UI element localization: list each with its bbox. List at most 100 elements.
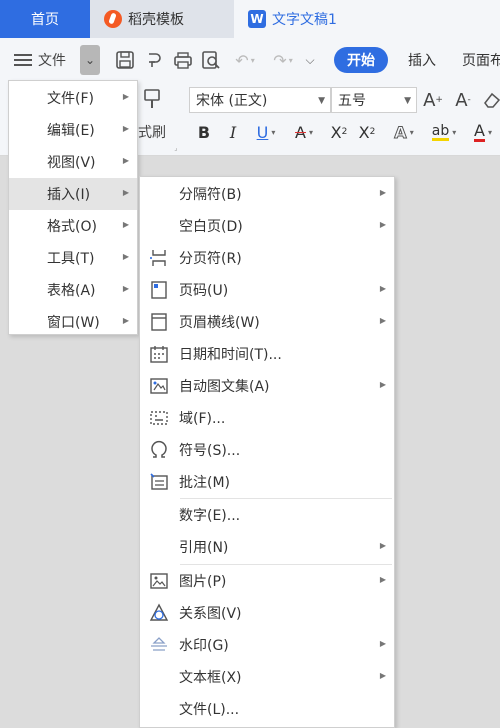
- chevron-right-icon: ▶: [379, 316, 386, 325]
- export-icon[interactable]: [145, 50, 165, 70]
- tab-docer-templates[interactable]: 稻壳模板: [90, 0, 232, 38]
- tab-start[interactable]: 开始: [334, 47, 388, 73]
- tab-page-layout[interactable]: 页面布: [462, 48, 500, 72]
- menu-item-view[interactable]: 视图(V) ▶: [9, 146, 137, 178]
- menu-item-label: 引用(N): [179, 540, 229, 556]
- menu-item-date-time[interactable]: 日期和时间(T)...: [140, 338, 394, 370]
- menu-item-label: 水印(G): [179, 638, 229, 654]
- menu-item-separator[interactable]: 分隔符(B) ▶: [140, 178, 394, 210]
- menu-item-file[interactable]: 文件(F) ▶: [9, 82, 137, 114]
- field-icon: [150, 411, 168, 425]
- title-tab-bar: 首页 稻壳模板 W 文字文稿1: [0, 0, 500, 38]
- menu-item-page-number[interactable]: 页码(U) ▶: [140, 274, 394, 306]
- menu-item-table[interactable]: 表格(A) ▶: [9, 274, 137, 306]
- chevron-down-icon: ▼: [318, 96, 325, 106]
- menu-item-header-line[interactable]: 页眉横线(W) ▶: [140, 306, 394, 338]
- strikethrough-icon[interactable]: A ▾: [287, 120, 321, 144]
- chevron-right-icon: ▶: [122, 252, 129, 261]
- docer-logo-icon: [104, 10, 122, 28]
- chevron-right-icon: ▶: [379, 380, 386, 389]
- menu-item-label: 编辑(E): [47, 123, 95, 139]
- shrink-font-icon[interactable]: A-: [452, 88, 474, 112]
- quick-toolbar: 文件 ⌄ ↶ ▾ ↷ ▾ ⌵ 开始 插入 页面布: [0, 38, 500, 82]
- clear-format-icon[interactable]: [482, 88, 500, 112]
- tab-insert-label: 插入: [408, 53, 436, 69]
- format-painter-label[interactable]: 式刷: [138, 122, 174, 142]
- chevron-right-icon: ▶: [122, 316, 129, 325]
- menu-item-edit[interactable]: 编辑(E) ▶: [9, 114, 137, 146]
- clipboard-expand-icon[interactable]: ⌟: [172, 144, 180, 152]
- menu-item-insert[interactable]: 插入(I) ▶: [9, 178, 137, 210]
- menu-item-autotext[interactable]: 自动图文集(A) ▶: [140, 370, 394, 402]
- menu-item-label: 视图(V): [47, 155, 96, 171]
- comment-icon: [150, 473, 168, 490]
- chevron-right-icon: ▶: [379, 671, 386, 680]
- bold-icon[interactable]: B: [193, 120, 215, 144]
- file-dropdown-button[interactable]: ⌄: [80, 45, 100, 75]
- undo-icon[interactable]: ↶ ▾: [230, 50, 260, 70]
- menu-item-watermark[interactable]: 水印(G) ▶: [140, 629, 394, 661]
- omega-icon: [151, 440, 167, 458]
- redo-icon[interactable]: ↷ ▾: [268, 50, 298, 70]
- tab-insert[interactable]: 插入: [400, 48, 444, 72]
- hamburger-icon: [14, 53, 32, 67]
- file-menu-button[interactable]: 文件: [14, 46, 66, 74]
- menu-item-text-box[interactable]: 文本框(X) ▶: [140, 661, 394, 693]
- menu-item-label: 域(F)...: [179, 411, 226, 427]
- print-preview-icon[interactable]: [201, 50, 221, 70]
- menu-item-label: 批注(M): [179, 475, 231, 491]
- grow-font-icon[interactable]: A +: [422, 88, 444, 112]
- menu-item-label: 页眉横线(W): [179, 315, 260, 331]
- italic-icon[interactable]: I: [222, 120, 244, 144]
- tab-document[interactable]: W 文字文稿1: [234, 0, 500, 38]
- format-painter-icon[interactable]: [138, 86, 164, 112]
- font-size-select[interactable]: 五号 ▼: [331, 87, 417, 113]
- print-icon[interactable]: [173, 50, 193, 70]
- chevron-right-icon: ▶: [122, 284, 129, 293]
- menu-item-format[interactable]: 格式(O) ▶: [9, 210, 137, 242]
- subscript-icon[interactable]: X2: [356, 120, 378, 144]
- menu-item-label: 页码(U): [179, 283, 229, 299]
- tab-document-label: 文字文稿1: [272, 12, 337, 28]
- font-family-select[interactable]: 宋体 (正文) ▼: [189, 87, 331, 113]
- menu-item-field[interactable]: 域(F)...: [140, 402, 394, 434]
- tab-page-layout-label: 页面布: [462, 53, 500, 69]
- tab-start-label: 开始: [347, 53, 375, 69]
- chevron-right-icon: ▶: [122, 220, 129, 229]
- menu-item-comment[interactable]: 批注(M): [140, 466, 394, 498]
- menu-item-label: 表格(A): [47, 283, 96, 299]
- chevron-right-icon: ▶: [122, 188, 129, 197]
- menu-item-label: 符号(S)...: [179, 443, 241, 459]
- menu-item-label: 分页符(R): [179, 251, 242, 267]
- menu-item-window[interactable]: 窗口(W) ▶: [9, 306, 137, 338]
- chevron-down-icon: ⌄: [84, 53, 96, 67]
- menu-item-picture[interactable]: 图片(P) ▶: [140, 565, 394, 597]
- save-icon[interactable]: [115, 50, 135, 70]
- highlight-icon[interactable]: ab ▾: [426, 120, 462, 144]
- relation-icon: [149, 603, 169, 621]
- tab-home[interactable]: 首页: [0, 0, 90, 38]
- menu-item-number[interactable]: 数字(E)...: [140, 499, 394, 531]
- menu-item-label: 窗口(W): [47, 315, 100, 331]
- chevron-right-icon: ▶: [379, 575, 386, 584]
- tab-home-label: 首页: [31, 12, 59, 28]
- underline-icon[interactable]: U ▾: [250, 120, 282, 144]
- menu-item-relation-diagram[interactable]: 关系图(V): [140, 597, 394, 629]
- menu-item-blank-page[interactable]: 空白页(D) ▶: [140, 210, 394, 242]
- menu-item-insert-file[interactable]: 文件(L)...: [140, 693, 394, 725]
- menu-item-label: 自动图文集(A): [179, 379, 270, 395]
- font-color-icon[interactable]: A ▾: [466, 120, 500, 144]
- superscript-icon[interactable]: X2: [328, 120, 350, 144]
- menu-item-page-break[interactable]: 分页符(R): [140, 242, 394, 274]
- more-dropdown-icon[interactable]: ⌵: [302, 50, 318, 70]
- menu-item-tools[interactable]: 工具(T) ▶: [9, 242, 137, 274]
- menu-item-reference[interactable]: 引用(N) ▶: [140, 531, 394, 563]
- menu-item-symbol[interactable]: 符号(S)...: [140, 434, 394, 466]
- menu-item-label: 文件(F): [47, 91, 94, 107]
- header-line-icon: [151, 313, 167, 331]
- text-effect-icon[interactable]: A ▾: [387, 120, 421, 144]
- chevron-right-icon: ▶: [379, 639, 386, 648]
- chevron-right-icon: ▶: [379, 220, 386, 229]
- menu-item-label: 数字(E)...: [179, 508, 241, 524]
- chevron-down-icon: ▼: [404, 96, 411, 106]
